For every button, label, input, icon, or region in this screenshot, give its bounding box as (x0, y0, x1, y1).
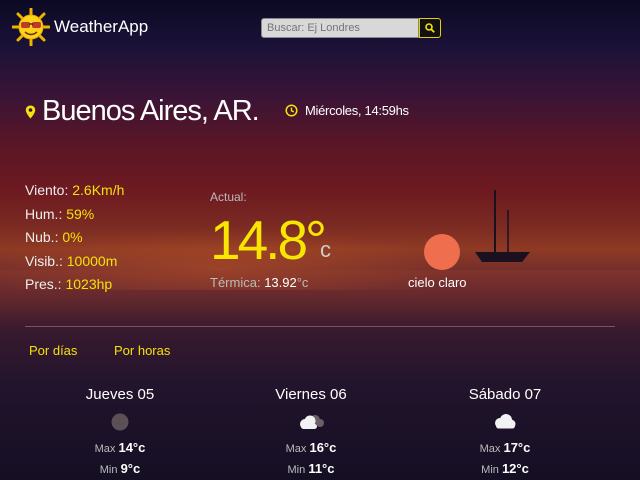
stat-cloudiness: Nub.: 0% (25, 229, 83, 245)
tab-by-days[interactable]: Por días (29, 343, 77, 358)
moon-icon (111, 413, 129, 431)
stat-wind: Viento: 2.6Km/h (25, 182, 125, 198)
search-icon (425, 23, 435, 33)
clock-icon (285, 104, 298, 117)
current-datetime: Miércoles, 14:59hs (285, 103, 409, 118)
map-pin-icon (25, 105, 36, 118)
forecast-min: Min 9°c (99, 461, 141, 476)
weather-description: cielo claro (408, 275, 467, 290)
stat-pressure: Pres.: 1023hp (25, 276, 113, 292)
temperature-unit: c (320, 237, 331, 262)
weather-stats: Viento: 2.6Km/h Hum.: 59% Nub.: 0% Visib… (25, 179, 124, 297)
forecast-day: Jueves 05 Max 14°c Min 9°c (55, 386, 185, 476)
app-name: WeatherApp (54, 17, 149, 36)
stat-visibility: Visib.: 10000m (25, 252, 118, 269)
datetime-text: Miércoles, 14:59hs (305, 103, 409, 118)
forecast-min: Min 12°c (481, 461, 529, 476)
forecast-day: Viernes 06 Max 16°c Min 11°c (246, 386, 376, 476)
search-input[interactable] (261, 18, 419, 38)
app-logo[interactable]: WeatherApp (12, 8, 148, 46)
divider (25, 326, 615, 327)
clear-sky-sun-icon (424, 234, 460, 270)
forecast-max: Max 17°c (479, 440, 531, 455)
forecast-day-name: Sábado 07 (468, 386, 542, 403)
current-temperature: 14.8° (210, 209, 327, 271)
tab-by-hours[interactable]: Por horas (114, 343, 170, 358)
feels-like-unit: °c (296, 275, 309, 290)
forecast-day: Sábado 07 Max 17°c Min 12°c (440, 386, 570, 476)
feels-like: Térmica: 13.92°c (210, 275, 308, 290)
forecast-day-name: Viernes 06 (275, 386, 347, 403)
feels-like-label: Térmica: (210, 275, 261, 290)
search-bar (261, 18, 441, 38)
cloud-icon (495, 414, 516, 429)
cloudy-icon (300, 415, 324, 429)
sun-with-sunglasses-icon (12, 8, 50, 46)
location-header: Buenos Aires, AR. (25, 95, 260, 128)
forecast-max: Max 14°c (94, 440, 146, 455)
stat-humidity: Hum.: 59% (25, 205, 95, 222)
feels-like-value: 13.92 (264, 275, 297, 290)
forecast-day-name: Jueves 05 (85, 386, 155, 403)
sailboat-silhouette (475, 190, 530, 262)
search-button[interactable] (419, 18, 441, 38)
forecast-max: Max 16°c (285, 440, 337, 455)
forecast-min: Min 11°c (287, 461, 335, 476)
current-label: Actual: (210, 190, 247, 204)
city-name: Buenos Aires, AR. (42, 95, 260, 127)
